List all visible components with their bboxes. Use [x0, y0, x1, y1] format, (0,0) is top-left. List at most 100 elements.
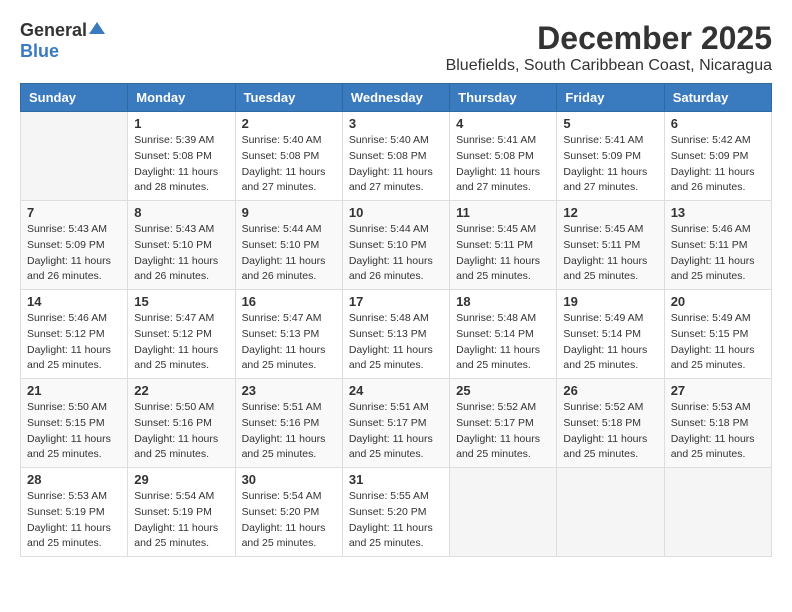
calendar-cell: 16Sunrise: 5:47 AM Sunset: 5:13 PM Dayli… [235, 290, 342, 379]
weekday-header-saturday: Saturday [664, 84, 771, 112]
page-title: December 2025 [446, 20, 772, 57]
calendar-table: SundayMondayTuesdayWednesdayThursdayFrid… [20, 83, 772, 557]
day-info: Sunrise: 5:43 AM Sunset: 5:10 PM Dayligh… [134, 222, 228, 285]
day-number: 12 [563, 205, 657, 220]
day-info: Sunrise: 5:48 AM Sunset: 5:13 PM Dayligh… [349, 311, 443, 374]
day-number: 13 [671, 205, 765, 220]
day-info: Sunrise: 5:46 AM Sunset: 5:11 PM Dayligh… [671, 222, 765, 285]
day-info: Sunrise: 5:51 AM Sunset: 5:17 PM Dayligh… [349, 400, 443, 463]
calendar-cell: 28 Sunrise: 5:53 AM Sunset: 5:19 PM Dayli… [21, 468, 128, 557]
day-number: 23 [242, 383, 336, 398]
calendar-week-row: 14Sunrise: 5:46 AM Sunset: 5:12 PM Dayli… [21, 290, 772, 379]
day-info: Sunrise: 5:52 AM Sunset: 5:18 PM Dayligh… [563, 400, 657, 463]
day-number: 2 [242, 116, 336, 131]
day-info: Sunrise: 5:51 AM Sunset: 5:16 PM Dayligh… [242, 400, 336, 463]
calendar-cell: 13 Sunrise: 5:46 AM Sunset: 5:11 PM Dayli… [664, 201, 771, 290]
day-number: 4 [456, 116, 550, 131]
day-info: Sunrise: 5:50 AM Sunset: 5:16 PM Dayligh… [134, 400, 228, 463]
day-number: 31 [349, 472, 443, 487]
calendar-cell: 15 Sunrise: 5:47 AM Sunset: 5:12 PM Dayli… [128, 290, 235, 379]
calendar-cell: 14Sunrise: 5:46 AM Sunset: 5:12 PM Dayli… [21, 290, 128, 379]
calendar-cell: 12Sunrise: 5:45 AM Sunset: 5:11 PM Dayli… [557, 201, 664, 290]
weekday-header-thursday: Thursday [450, 84, 557, 112]
day-info: Sunrise: 5:54 AM Sunset: 5:20 PM Dayligh… [242, 489, 336, 552]
day-number: 7 [27, 205, 121, 220]
day-info: Sunrise: 5:47 AM Sunset: 5:12 PM Dayligh… [134, 311, 228, 374]
day-info: Sunrise: 5:44 AM Sunset: 5:10 PM Dayligh… [242, 222, 336, 285]
calendar-week-row: 1 Sunrise: 5:39 AM Sunset: 5:08 PM Daylig… [21, 112, 772, 201]
calendar-cell: 19 Sunrise: 5:49 AM Sunset: 5:14 PM Dayli… [557, 290, 664, 379]
day-info: Sunrise: 5:41 AM Sunset: 5:09 PM Dayligh… [563, 133, 657, 196]
calendar-cell: 20 Sunrise: 5:49 AM Sunset: 5:15 PM Dayli… [664, 290, 771, 379]
day-number: 5 [563, 116, 657, 131]
day-info: Sunrise: 5:53 AM Sunset: 5:19 PM Dayligh… [27, 489, 121, 552]
day-number: 20 [671, 294, 765, 309]
calendar-cell [21, 112, 128, 201]
calendar-cell: 7 Sunrise: 5:43 AM Sunset: 5:09 PM Daylig… [21, 201, 128, 290]
day-number: 24 [349, 383, 443, 398]
calendar-cell: 23 Sunrise: 5:51 AM Sunset: 5:16 PM Dayli… [235, 379, 342, 468]
logo: General Blue [20, 20, 105, 62]
calendar-cell: 22 Sunrise: 5:50 AM Sunset: 5:16 PM Dayli… [128, 379, 235, 468]
weekday-header-wednesday: Wednesday [342, 84, 449, 112]
calendar-cell: 25 Sunrise: 5:52 AM Sunset: 5:17 PM Dayli… [450, 379, 557, 468]
logo-triangle-icon [89, 20, 105, 41]
calendar-cell: 24 Sunrise: 5:51 AM Sunset: 5:17 PM Dayli… [342, 379, 449, 468]
day-info: Sunrise: 5:49 AM Sunset: 5:14 PM Dayligh… [563, 311, 657, 374]
day-number: 10 [349, 205, 443, 220]
day-info: Sunrise: 5:41 AM Sunset: 5:08 PM Dayligh… [456, 133, 550, 196]
calendar-cell: 5 Sunrise: 5:41 AM Sunset: 5:09 PM Daylig… [557, 112, 664, 201]
calendar-cell: 21Sunrise: 5:50 AM Sunset: 5:15 PM Dayli… [21, 379, 128, 468]
weekday-header-sunday: Sunday [21, 84, 128, 112]
day-info: Sunrise: 5:52 AM Sunset: 5:17 PM Dayligh… [456, 400, 550, 463]
calendar-cell: 6Sunrise: 5:42 AM Sunset: 5:09 PM Daylig… [664, 112, 771, 201]
day-number: 3 [349, 116, 443, 131]
calendar-cell: 29Sunrise: 5:54 AM Sunset: 5:19 PM Dayli… [128, 468, 235, 557]
calendar-cell: 1 Sunrise: 5:39 AM Sunset: 5:08 PM Daylig… [128, 112, 235, 201]
day-number: 11 [456, 205, 550, 220]
day-number: 29 [134, 472, 228, 487]
page-subtitle: Bluefields, South Caribbean Coast, Nicar… [446, 57, 772, 75]
day-info: Sunrise: 5:39 AM Sunset: 5:08 PM Dayligh… [134, 133, 228, 196]
calendar-cell [557, 468, 664, 557]
title-block: December 2025 Bluefields, South Caribbea… [446, 20, 772, 75]
day-number: 17 [349, 294, 443, 309]
day-info: Sunrise: 5:43 AM Sunset: 5:09 PM Dayligh… [27, 222, 121, 285]
day-info: Sunrise: 5:40 AM Sunset: 5:08 PM Dayligh… [349, 133, 443, 196]
day-number: 8 [134, 205, 228, 220]
calendar-cell: 30Sunrise: 5:54 AM Sunset: 5:20 PM Dayli… [235, 468, 342, 557]
day-number: 28 [27, 472, 121, 487]
calendar-cell [450, 468, 557, 557]
calendar-week-row: 21Sunrise: 5:50 AM Sunset: 5:15 PM Dayli… [21, 379, 772, 468]
calendar-cell: 31Sunrise: 5:55 AM Sunset: 5:20 PM Dayli… [342, 468, 449, 557]
calendar-cell: 18Sunrise: 5:48 AM Sunset: 5:14 PM Dayli… [450, 290, 557, 379]
calendar-cell: 26 Sunrise: 5:52 AM Sunset: 5:18 PM Dayli… [557, 379, 664, 468]
weekday-header-friday: Friday [557, 84, 664, 112]
calendar-cell: 4 Sunrise: 5:41 AM Sunset: 5:08 PM Daylig… [450, 112, 557, 201]
calendar-cell: 27Sunrise: 5:53 AM Sunset: 5:18 PM Dayli… [664, 379, 771, 468]
weekday-header-tuesday: Tuesday [235, 84, 342, 112]
calendar-cell [664, 468, 771, 557]
day-info: Sunrise: 5:44 AM Sunset: 5:10 PM Dayligh… [349, 222, 443, 285]
calendar-cell: 3 Sunrise: 5:40 AM Sunset: 5:08 PM Daylig… [342, 112, 449, 201]
day-number: 25 [456, 383, 550, 398]
day-number: 19 [563, 294, 657, 309]
calendar-cell: 2 Sunrise: 5:40 AM Sunset: 5:08 PM Daylig… [235, 112, 342, 201]
day-info: Sunrise: 5:49 AM Sunset: 5:15 PM Dayligh… [671, 311, 765, 374]
day-info: Sunrise: 5:46 AM Sunset: 5:12 PM Dayligh… [27, 311, 121, 374]
logo-blue-text: Blue [20, 41, 59, 61]
day-info: Sunrise: 5:40 AM Sunset: 5:08 PM Dayligh… [242, 133, 336, 196]
day-number: 16 [242, 294, 336, 309]
day-number: 15 [134, 294, 228, 309]
day-number: 26 [563, 383, 657, 398]
calendar-week-row: 7 Sunrise: 5:43 AM Sunset: 5:09 PM Daylig… [21, 201, 772, 290]
day-info: Sunrise: 5:42 AM Sunset: 5:09 PM Dayligh… [671, 133, 765, 196]
page-header: General Blue December 2025 Bluefields, S… [20, 20, 772, 75]
calendar-cell: 9 Sunrise: 5:44 AM Sunset: 5:10 PM Daylig… [235, 201, 342, 290]
day-number: 1 [134, 116, 228, 131]
day-number: 22 [134, 383, 228, 398]
calendar-cell: 17 Sunrise: 5:48 AM Sunset: 5:13 PM Dayli… [342, 290, 449, 379]
weekday-header-row: SundayMondayTuesdayWednesdayThursdayFrid… [21, 84, 772, 112]
day-info: Sunrise: 5:50 AM Sunset: 5:15 PM Dayligh… [27, 400, 121, 463]
day-number: 9 [242, 205, 336, 220]
